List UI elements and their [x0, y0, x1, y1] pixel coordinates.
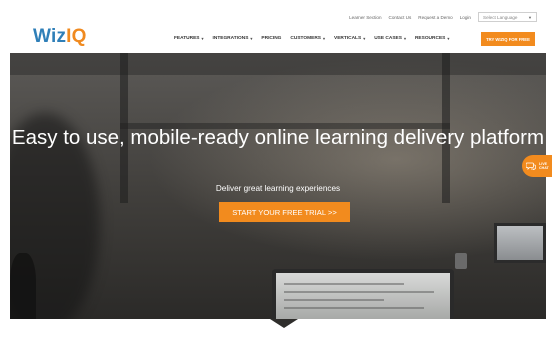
login-link[interactable]: Login: [460, 15, 471, 20]
hero-banner: Easy to use, mobile-ready online learnin…: [10, 53, 546, 319]
language-select-value: Select Language: [483, 14, 518, 20]
language-select[interactable]: Select Language ▼: [478, 12, 537, 22]
live-chat-button[interactable]: LIVE CHAT: [522, 155, 552, 177]
logo-text-wiz: Wiz: [33, 26, 67, 47]
nav-customers[interactable]: CUSTOMERS ▾: [290, 36, 325, 41]
contact-us-link[interactable]: Contact Us: [389, 15, 412, 20]
laptop-screen-line: [284, 299, 384, 301]
caret-down-icon: ▾: [447, 36, 450, 41]
nav-label: RESOURCES: [414, 36, 446, 41]
hero-bg-laptop-screen: [272, 269, 454, 319]
hero-subtitle: Deliver great learning experiences: [215, 184, 341, 193]
chat-bubble-icon: [526, 162, 536, 170]
nav-verticals[interactable]: VERTICALS ▾: [334, 36, 365, 41]
nav-integrations[interactable]: INTEGRATIONS ▾: [213, 36, 253, 41]
hero-pointer-arrow: [270, 319, 298, 328]
hero-bg-laptop-right: [494, 223, 546, 263]
live-chat-label: LIVE CHAT: [539, 161, 549, 170]
laptop-screen-line: [284, 291, 434, 293]
laptop-screen-line: [284, 307, 424, 309]
nav-features[interactable]: FEATURES ▾: [174, 36, 204, 41]
logo-text-iq: IQ: [66, 26, 87, 47]
nav-label: CUSTOMERS: [290, 36, 321, 41]
caret-down-icon: ▾: [201, 36, 204, 41]
hero-title: Easy to use, mobile-ready online learnin…: [11, 126, 545, 149]
caret-down-icon: ▾: [363, 36, 366, 41]
try-wiziq-free-button[interactable]: TRY WIZIQ FOR FREE: [481, 32, 535, 46]
nav-label: USE CASES: [374, 36, 402, 41]
caret-down-icon: ▾: [250, 36, 253, 41]
hero-bg-cup: [455, 253, 467, 269]
nav-label: FEATURES: [174, 36, 200, 41]
top-utility-bar: Learner Section Contact Us Request a Dem…: [349, 11, 537, 23]
nav-pricing[interactable]: PRICING: [261, 36, 281, 41]
nav-use-cases[interactable]: USE CASES ▾: [374, 36, 406, 41]
learner-section-link[interactable]: Learner Section: [349, 15, 381, 20]
caret-down-icon: ▾: [322, 36, 325, 41]
site-header: Learner Section Contact Us Request a Dem…: [0, 0, 557, 52]
request-demo-link[interactable]: Request a Demo: [418, 15, 452, 20]
laptop-screen-line: [284, 283, 404, 285]
wiziq-logo[interactable]: WizIQ: [33, 26, 87, 48]
nav-label: INTEGRATIONS: [212, 36, 249, 41]
start-free-trial-button[interactable]: START YOUR FREE TRIAL >>: [219, 202, 350, 222]
chevron-down-icon: ▼: [528, 14, 532, 20]
nav-resources[interactable]: RESOURCES ▾: [415, 36, 449, 41]
nav-label: PRICING: [261, 36, 282, 41]
main-nav: FEATURES ▾ INTEGRATIONS ▾ PRICING CUSTOM…: [174, 36, 449, 41]
nav-label: VERTICALS: [334, 36, 362, 41]
hero-bg-person: [10, 253, 36, 319]
caret-down-icon: ▾: [403, 36, 406, 41]
